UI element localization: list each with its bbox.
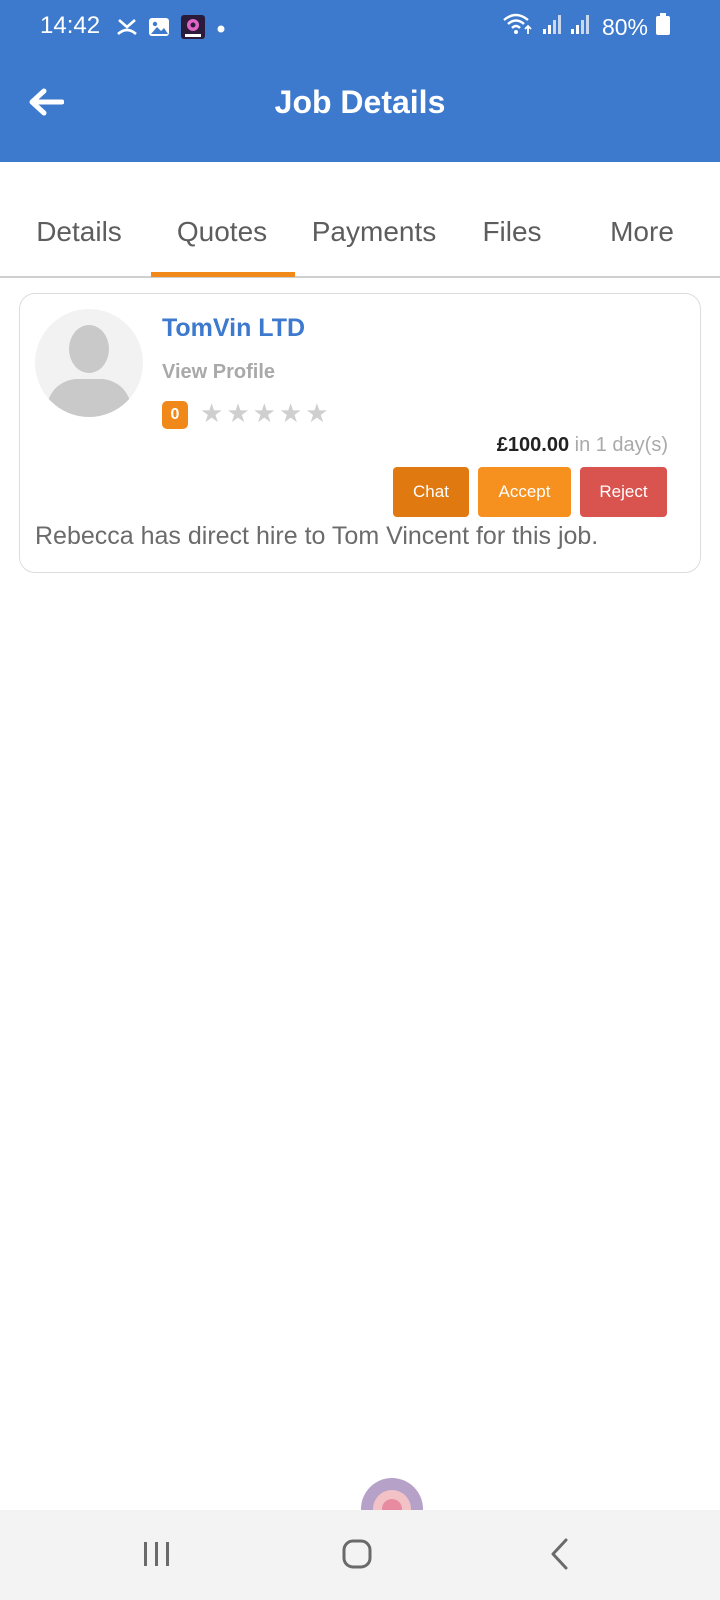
- quote-duration: in 1 day(s): [574, 434, 668, 456]
- accept-button[interactable]: Accept: [478, 467, 571, 517]
- chat-button[interactable]: Chat: [393, 467, 469, 517]
- home-icon: [341, 1538, 373, 1575]
- battery-percent: 80%: [601, 13, 648, 40]
- quote-card: TomVin LTD View Profile 0 ★ ★ ★ ★ ★ £100…: [19, 293, 701, 573]
- star-icon: ★: [226, 398, 250, 428]
- star-icon: ★: [200, 398, 224, 428]
- status-icons-left: [116, 14, 226, 45]
- app-bar: Job Details: [0, 52, 720, 162]
- dot-icon: [216, 21, 226, 39]
- status-bar: 14:42 80%: [0, 0, 720, 52]
- signal-icon: [570, 13, 590, 41]
- home-button[interactable]: [327, 1534, 387, 1578]
- tab-files[interactable]: Files: [480, 216, 544, 248]
- tab-payments[interactable]: Payments: [308, 216, 440, 248]
- signal-icon: [542, 13, 562, 41]
- back-nav-button[interactable]: [530, 1534, 590, 1578]
- tab-quotes[interactable]: Quotes: [172, 216, 272, 248]
- quote-price-line: £100.00 in 1 day(s): [497, 434, 668, 457]
- recents-button[interactable]: [127, 1534, 187, 1578]
- star-icon: ★: [305, 398, 329, 428]
- reject-button[interactable]: Reject: [580, 467, 667, 517]
- gallery-icon: [148, 16, 170, 43]
- missed-call-icon: [116, 16, 138, 43]
- avatar: [35, 309, 143, 417]
- status-time: 14:42: [40, 12, 101, 39]
- star-icon: ★: [252, 398, 276, 428]
- tab-bar: Details Quotes Payments Files More: [0, 200, 720, 278]
- battery-icon: [656, 13, 670, 41]
- tab-more[interactable]: More: [606, 216, 678, 248]
- view-profile-link[interactable]: View Profile: [162, 361, 275, 384]
- tab-active-indicator: [151, 272, 295, 277]
- app-notification-icon: [180, 14, 206, 45]
- back-chevron-icon: [548, 1537, 572, 1576]
- person-placeholder-icon: [45, 325, 133, 417]
- star-rating: ★ ★ ★ ★ ★: [200, 398, 329, 429]
- page-title: Job Details: [274, 84, 446, 120]
- rating-count-badge: 0: [162, 401, 188, 429]
- quote-message: Rebecca has direct hire to Tom Vincent f…: [35, 522, 599, 550]
- status-icons-right: 80%: [502, 12, 670, 42]
- recents-icon: [140, 1539, 174, 1574]
- star-icon: ★: [278, 398, 303, 428]
- company-name[interactable]: TomVin LTD: [162, 314, 305, 343]
- system-nav-bar: [0, 1510, 720, 1600]
- wifi-icon: [502, 12, 534, 42]
- tab-details[interactable]: Details: [34, 216, 124, 248]
- quote-price: £100.00: [496, 434, 570, 456]
